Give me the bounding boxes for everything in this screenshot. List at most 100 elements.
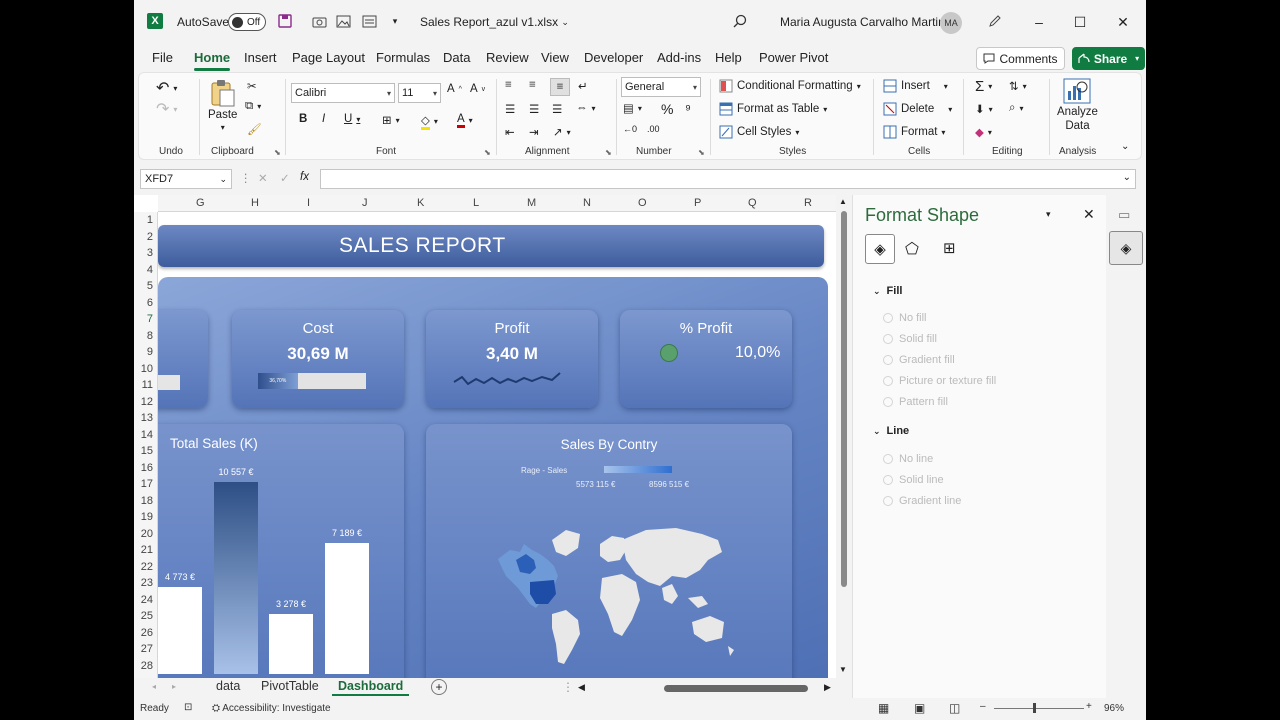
camera-icon[interactable]	[311, 13, 327, 29]
insert-function-icon[interactable]: fx	[300, 171, 309, 183]
row-header[interactable]: 25	[141, 610, 153, 622]
tab-formulas[interactable]: Formulas	[376, 50, 430, 65]
bar[interactable]	[158, 587, 202, 674]
row-header[interactable]: 2	[147, 231, 153, 243]
clipboard-launcher-icon[interactable]: ⬊	[274, 148, 281, 157]
zoom-in-icon[interactable]: +	[1086, 701, 1092, 712]
form-icon[interactable]	[361, 13, 377, 29]
kpi-card-sales[interactable]	[158, 310, 208, 408]
align-middle-icon[interactable]: ≡	[529, 79, 536, 91]
format-as-table-button[interactable]: Format as Table ▾	[719, 102, 827, 116]
tab-developer[interactable]: Developer	[584, 50, 643, 65]
scroll-up-icon[interactable]: ▲	[839, 197, 847, 206]
column-header[interactable]: O	[638, 197, 647, 209]
solid-line-option[interactable]: Solid line	[883, 474, 944, 486]
close-icon[interactable]: ✕	[1111, 10, 1135, 34]
scroll-left-icon[interactable]: ◀	[578, 682, 585, 693]
autosum-icon[interactable]: Σ ▾	[975, 78, 992, 95]
align-bottom-icon[interactable]: ≡	[550, 78, 570, 96]
kpi-card-cost[interactable]: Cost 30,69 M 36,70%	[232, 310, 404, 408]
customize-quick-access-icon[interactable]: ▾	[387, 13, 403, 29]
vertical-scrollbar[interactable]: ▲ ▼	[836, 195, 850, 678]
row-header[interactable]: 9	[147, 346, 153, 358]
tab-page-layout[interactable]: Page Layout	[292, 50, 365, 65]
sort-filter-icon[interactable]: ⇅ ▾	[1009, 79, 1027, 93]
gradient-line-option[interactable]: Gradient line	[883, 495, 961, 507]
row-header[interactable]: 19	[141, 511, 153, 523]
horizontal-scroll-thumb[interactable]	[664, 685, 808, 692]
row-header[interactable]: 14	[141, 429, 153, 441]
search-icon[interactable]	[732, 13, 748, 29]
row-header[interactable]: 4	[147, 264, 153, 276]
column-header[interactable]: I	[307, 197, 310, 209]
sales-by-country-map[interactable]: Sales By Contry Rage - Sales 5573 115 € …	[426, 424, 792, 678]
picture-fill-option[interactable]: Picture or texture fill	[883, 375, 996, 387]
decrease-indent-icon[interactable]: ⇤	[505, 125, 515, 139]
kpi-card-profit[interactable]: Profit 3,40 M	[426, 310, 598, 408]
orientation-icon[interactable]: ↗ ▾	[553, 125, 571, 139]
row-header[interactable]: 5	[147, 280, 153, 292]
normal-view-icon[interactable]: ▦	[878, 701, 889, 715]
column-header[interactable]: N	[583, 197, 591, 209]
share-button[interactable]: Share ▾	[1072, 47, 1145, 70]
solid-fill-option[interactable]: Solid fill	[883, 333, 937, 345]
picture-icon[interactable]	[335, 13, 351, 29]
row-header[interactable]: 22	[141, 561, 153, 573]
file-name[interactable]: Sales Report_azul v1.xlsx ⌄	[420, 0, 569, 44]
number-launcher-icon[interactable]: ⬊	[698, 148, 705, 157]
size-properties-tab-icon[interactable]: ⊞	[943, 239, 956, 257]
zoom-slider[interactable]	[994, 708, 1084, 709]
bar[interactable]	[269, 614, 313, 674]
row-header[interactable]: 7	[147, 313, 153, 325]
page-icon[interactable]: ▭	[1118, 207, 1130, 223]
name-box[interactable]: XFD7 ⌄	[140, 169, 232, 189]
tab-home[interactable]: Home	[194, 50, 231, 71]
bar[interactable]	[325, 543, 369, 674]
font-name-select[interactable]: Calibri ▾	[291, 83, 395, 103]
row-header[interactable]: 20	[141, 528, 153, 540]
underline-button[interactable]: U ▾	[344, 113, 360, 125]
save-icon[interactable]	[277, 13, 293, 29]
column-header[interactable]: Q	[748, 197, 757, 209]
tab-review[interactable]: Review	[486, 50, 529, 65]
title-banner[interactable]: SALES REPORT	[158, 225, 824, 267]
tab-help[interactable]: Help	[715, 50, 742, 65]
maximize-icon[interactable]: ☐	[1068, 10, 1092, 34]
line-section-header[interactable]: ⌄ Line	[873, 425, 909, 437]
insert-cells-button[interactable]: Insert ▾	[883, 79, 948, 93]
cell-styles-button[interactable]: Cell Styles ▾	[719, 125, 799, 139]
fill-line-tab-icon[interactable]: ◈	[865, 234, 895, 264]
gradient-fill-option[interactable]: Gradient fill	[883, 354, 955, 366]
fill-color-icon[interactable]: ◇ ▾	[421, 113, 438, 130]
row-header[interactable]: 10	[141, 363, 153, 375]
tab-power-pivot[interactable]: Power Pivot	[759, 50, 828, 65]
decrease-decimal-icon[interactable]: .00	[647, 124, 660, 134]
decrease-font-icon[interactable]: Av	[470, 83, 485, 95]
fill-down-icon[interactable]: ⬇ ▾	[975, 102, 993, 116]
percent-style-icon[interactable]: %	[661, 101, 673, 117]
formula-input[interactable]: ⌄	[320, 169, 1136, 189]
tab-insert[interactable]: Insert	[244, 50, 277, 65]
format-cells-button[interactable]: Format ▾	[883, 125, 945, 139]
pane-options-icon[interactable]: ▾	[1046, 209, 1051, 220]
column-header[interactable]: L	[473, 197, 479, 209]
vertical-scroll-thumb[interactable]	[841, 211, 847, 587]
comments-button[interactable]: Comments	[976, 47, 1065, 70]
row-header[interactable]: 15	[141, 445, 153, 457]
increase-font-icon[interactable]: A ^	[447, 83, 462, 95]
increase-decimal-icon[interactable]: ←0	[623, 124, 637, 134]
fill-section-header[interactable]: ⌄ Fill	[873, 285, 902, 297]
collapse-ribbon-icon[interactable]: ⌄	[1121, 141, 1129, 152]
bar[interactable]	[214, 482, 258, 674]
borders-icon[interactable]: ⊞ ▾	[382, 113, 400, 127]
italic-button[interactable]: I	[322, 113, 325, 125]
row-header[interactable]: 24	[141, 594, 153, 606]
row-header[interactable]: 12	[141, 396, 153, 408]
add-sheet-icon[interactable]: +	[431, 679, 447, 695]
effects-tab-icon[interactable]: ⬠	[905, 239, 919, 259]
zoom-slider-thumb[interactable]	[1033, 703, 1036, 713]
align-right-icon[interactable]: ☰	[552, 102, 562, 116]
align-top-icon[interactable]: ≡	[505, 79, 512, 91]
tab-file[interactable]: File	[152, 50, 173, 65]
undo-icon[interactable]: ↶ ▾	[156, 78, 177, 98]
